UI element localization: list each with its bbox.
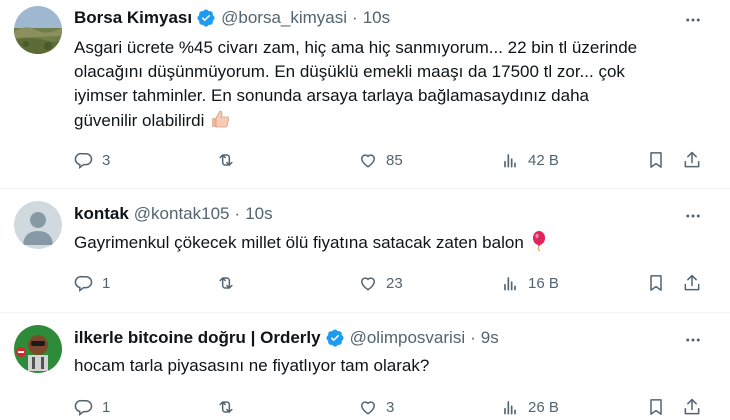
like-count: 85 xyxy=(386,151,403,169)
avatar[interactable] xyxy=(14,201,62,249)
share-icon xyxy=(684,274,700,291)
bookmark-button[interactable] xyxy=(646,395,666,419)
verified-badge-icon xyxy=(196,8,216,28)
tweet-3[interactable]: ilkerle bitcoine doğru | Orderly @olimpo… xyxy=(0,313,730,420)
tweet-text-line: hocam tarla piyasasını ne fiyatlıyor tam… xyxy=(74,356,430,375)
view-count: 26 B xyxy=(528,398,559,416)
bookmark-button[interactable] xyxy=(646,271,666,295)
retweet-button[interactable] xyxy=(216,271,244,295)
retweet-button[interactable] xyxy=(216,148,244,172)
views-button[interactable]: 26 B xyxy=(500,395,559,419)
share-icon xyxy=(684,398,700,415)
reply-count: 3 xyxy=(102,151,111,169)
thumbs-up-icon xyxy=(209,108,231,137)
like-button[interactable]: 3 xyxy=(358,395,394,419)
tweet-header: kontak @kontak105 · 10s xyxy=(74,203,273,225)
view-count: 42 B xyxy=(528,151,559,169)
retweet-icon xyxy=(219,277,233,289)
avatar-image xyxy=(14,325,62,373)
retweet-icon xyxy=(219,401,233,413)
timestamp[interactable]: 9s xyxy=(481,327,499,349)
separator-dot: · xyxy=(352,8,358,27)
tweet-actions: 1 23 16 B xyxy=(74,271,714,295)
tweet-2[interactable]: kontak @kontak105 · 10s Gayrimenkul çöke… xyxy=(0,189,730,312)
heart-icon xyxy=(360,401,376,415)
display-name[interactable]: Borsa Kimyası xyxy=(74,7,192,29)
timestamp[interactable]: 10s xyxy=(363,7,390,29)
retweet-button[interactable] xyxy=(216,395,244,419)
verified-badge-icon xyxy=(325,328,345,348)
tweet-actions: 3 85 42 B xyxy=(74,148,714,172)
reply-icon xyxy=(74,152,93,170)
tweet-1[interactable]: Borsa Kimyası @borsa_kimyasi · 10s Asgar… xyxy=(0,0,730,188)
tweet-header: ilkerle bitcoine doğru | Orderly @olimpo… xyxy=(74,327,499,349)
separator-dot: · xyxy=(470,328,476,347)
share-button[interactable] xyxy=(682,395,702,419)
more-options-icon[interactable] xyxy=(682,205,704,227)
tweet-text-line: olacağını düşünmüyorum. En düşüklü emekl… xyxy=(74,62,625,81)
reply-button[interactable]: 3 xyxy=(74,148,110,172)
display-name[interactable]: kontak xyxy=(74,203,129,225)
handle[interactable]: @olimposvarisi xyxy=(350,327,466,349)
analytics-icon xyxy=(504,277,516,291)
avatar[interactable] xyxy=(14,325,62,373)
more-options-icon[interactable] xyxy=(682,329,704,351)
like-count: 23 xyxy=(386,274,403,292)
reply-count: 1 xyxy=(102,274,111,292)
like-count: 3 xyxy=(386,398,395,416)
reply-icon xyxy=(74,399,93,417)
separator-dot: · xyxy=(234,204,241,223)
display-name[interactable]: ilkerle bitcoine doğru | Orderly xyxy=(74,327,321,349)
tweet-text: hocam tarla piyasasını ne fiyatlıyor tam… xyxy=(74,354,674,378)
tweet-text-line: güvenilir olabilirdi xyxy=(74,111,205,130)
share-icon xyxy=(684,151,700,168)
reply-icon xyxy=(74,275,93,293)
analytics-icon xyxy=(504,401,516,415)
like-button[interactable]: 85 xyxy=(358,148,403,172)
views-button[interactable]: 16 B xyxy=(500,271,559,295)
share-button[interactable] xyxy=(682,271,702,295)
tweet-header: Borsa Kimyası @borsa_kimyasi · 10s xyxy=(74,7,390,29)
reply-button[interactable]: 1 xyxy=(74,271,110,295)
bookmark-icon xyxy=(650,399,662,415)
retweet-icon xyxy=(219,154,233,166)
tweet-actions: 1 3 26 B xyxy=(74,395,714,419)
heart-icon xyxy=(360,154,376,168)
share-button[interactable] xyxy=(682,148,702,172)
reply-count: 1 xyxy=(102,398,111,416)
default-avatar-icon xyxy=(14,201,62,249)
tweet-text-line: Asgari ücrete %45 civarı zam, hiç ama hi… xyxy=(74,38,638,57)
avatar-image xyxy=(14,6,62,54)
bookmark-icon xyxy=(650,275,662,291)
tweet-text: Gayrimenkul çökecek millet ölü fiyatına … xyxy=(74,230,674,259)
handle[interactable]: @kontak105 xyxy=(134,203,230,225)
handle[interactable]: @borsa_kimyasi xyxy=(221,7,347,29)
views-button[interactable]: 42 B xyxy=(500,148,559,172)
timestamp[interactable]: 10s xyxy=(245,203,272,225)
reply-button[interactable]: 1 xyxy=(74,395,110,419)
analytics-icon xyxy=(504,154,516,168)
heart-icon xyxy=(360,277,376,291)
bookmark-icon xyxy=(650,152,662,168)
more-options-icon[interactable] xyxy=(682,9,704,31)
balloon-icon xyxy=(529,230,549,259)
like-button[interactable]: 23 xyxy=(358,271,403,295)
tweet-text-line: Gayrimenkul çökecek millet ölü fiyatına … xyxy=(74,233,524,252)
avatar[interactable] xyxy=(14,6,62,54)
tweet-text: Asgari ücrete %45 civarı zam, hiç ama hi… xyxy=(74,36,674,137)
bookmark-button[interactable] xyxy=(646,148,666,172)
tweet-text-line: iyimser tahminler. En sonunda arsaya tar… xyxy=(74,86,590,105)
view-count: 16 B xyxy=(528,274,559,292)
